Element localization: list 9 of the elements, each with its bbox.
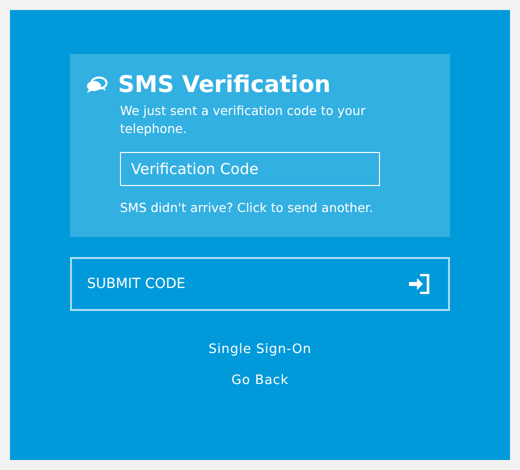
card-title: SMS Verification xyxy=(118,72,331,98)
text-link[interactable]: Single Sign-On xyxy=(208,342,312,357)
resend-link[interactable]: SMS didn't arrive? Click to send another. xyxy=(120,200,374,215)
submit-code-button[interactable]: SUBMIT CODE xyxy=(70,257,450,311)
sign-in-icon xyxy=(408,274,430,294)
chat-bubbles-icon xyxy=(86,76,108,94)
verification-code-field[interactable]: Verification Code xyxy=(120,152,380,186)
instruction-text: We just sent a verification code to your telephone. xyxy=(120,102,366,138)
text-link[interactable]: Go Back xyxy=(231,373,289,388)
